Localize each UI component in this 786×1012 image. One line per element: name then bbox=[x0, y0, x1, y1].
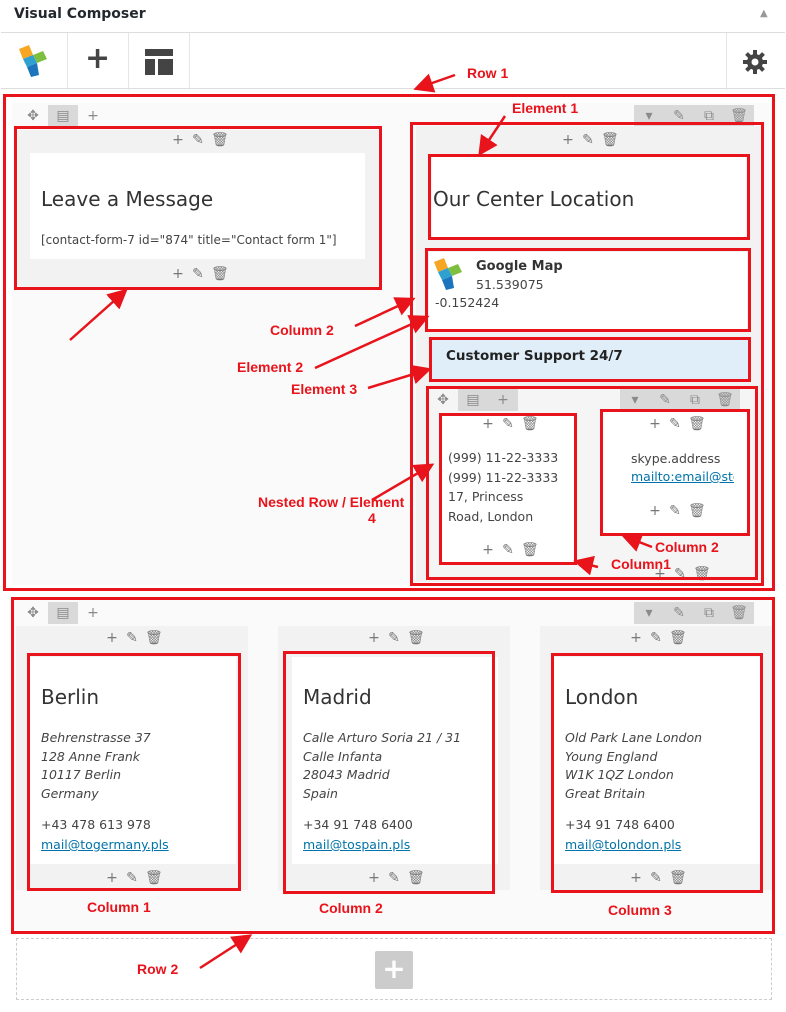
label-row2-column2: Column 2 bbox=[319, 900, 383, 916]
label-nested-row-num: 4 bbox=[368, 510, 376, 526]
label-nested-column2: Column 2 bbox=[655, 539, 719, 555]
label-nested-column1: Column1 bbox=[611, 556, 671, 572]
label-row1: Row 1 bbox=[467, 65, 509, 81]
label-element3: Element 3 bbox=[291, 381, 358, 397]
label-row2-column3: Column 3 bbox=[608, 902, 672, 918]
label-row2: Row 2 bbox=[137, 961, 179, 977]
label-row2-column1: Column 1 bbox=[87, 899, 151, 915]
label-element2: Element 2 bbox=[237, 359, 304, 375]
label-column2: Column 2 bbox=[270, 322, 334, 338]
label-element1: Element 1 bbox=[512, 100, 579, 116]
label-nested-row: Nested Row / Element bbox=[258, 494, 405, 510]
